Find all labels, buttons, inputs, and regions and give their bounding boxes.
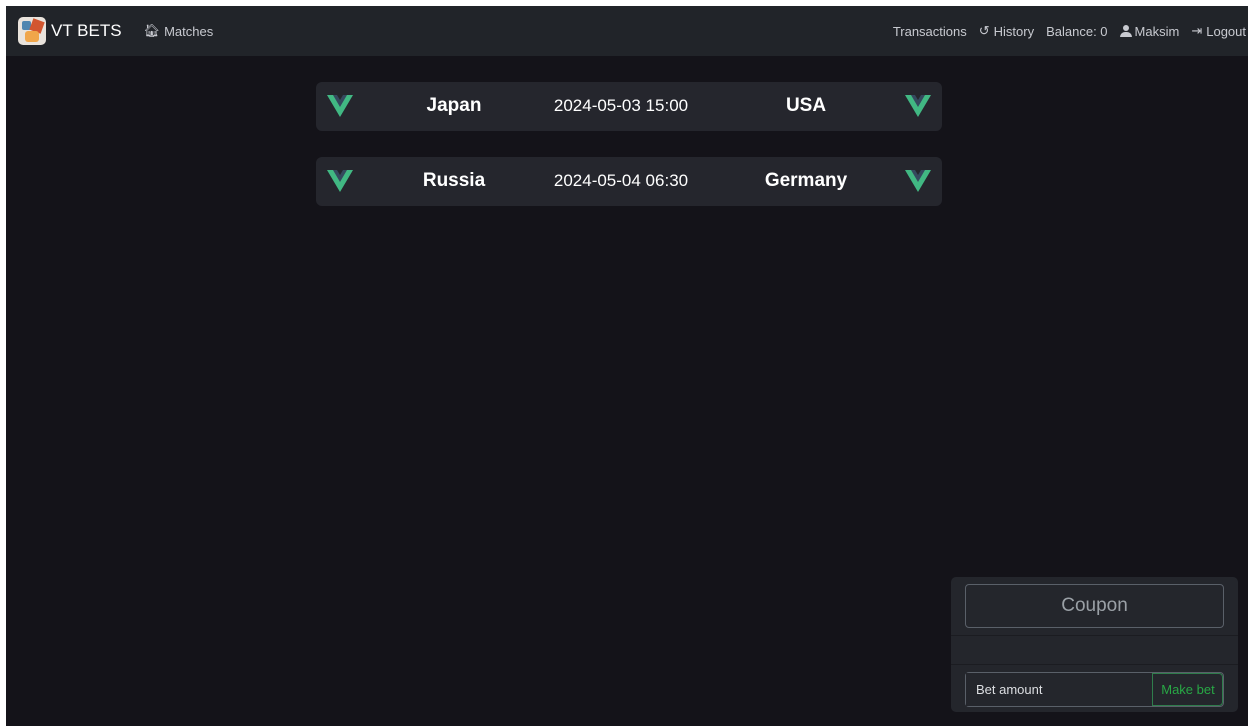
vue-logo-icon [905,170,931,192]
home-icon: 🏠︎ [143,23,161,38]
user-icon [1119,25,1132,37]
brand[interactable]: VT BETS [18,17,122,45]
match-datetime: 2024-05-04 06:30 [553,171,689,190]
balance-label: Balance: 0 [1046,23,1108,39]
team-home: Russia [422,170,486,191]
navbar: VT BETS 🏠︎ Matches Transactions ↺ Histor… [6,6,1248,56]
coupon-panel: Coupon Make bet [951,577,1238,712]
logout-label: Logout [1206,23,1246,39]
brand-logo-icon [18,17,46,45]
brand-name: VT BETS [51,21,122,40]
user-name: Maksim [1134,23,1180,39]
app-root: VT BETS 🏠︎ Matches Transactions ↺ Histor… [6,6,1248,726]
vue-logo-icon [327,95,353,117]
coupon-header: Coupon [965,584,1224,628]
nav-matches-label: Matches [164,23,214,39]
history-icon: ↺ [978,23,990,38]
nav-transactions-label: Transactions [892,23,967,39]
nav-transactions-link[interactable]: Transactions [893,24,967,39]
divider [951,664,1238,665]
nav-logout-link[interactable]: ⇥ Logout [1191,23,1246,39]
nav-history-link[interactable]: ↺ History [979,23,1034,39]
team-away: USA [785,95,827,116]
match-datetime: 2024-05-03 15:00 [553,96,689,115]
nav-history-label: History [993,23,1035,39]
match-card[interactable]: Japan 2024-05-03 15:00 USA [316,82,942,131]
nav-right: Transactions ↺ History Balance: 0 Maksim… [893,23,1246,39]
nav-balance: Balance: 0 [1046,24,1107,39]
bet-input-group: Make bet [965,672,1224,707]
logout-icon: ⇥ [1191,23,1203,38]
bet-amount-input[interactable] [966,673,1152,706]
match-card[interactable]: Russia 2024-05-04 06:30 Germany [316,157,942,206]
nav-matches-link[interactable]: 🏠︎ Matches [144,23,214,39]
make-bet-button[interactable]: Make bet [1152,673,1223,706]
team-home: Japan [426,95,482,116]
vue-logo-icon [905,95,931,117]
divider [951,635,1238,636]
team-away: Germany [764,170,848,191]
nav-user-link[interactable]: Maksim [1119,23,1180,39]
vue-logo-icon [327,170,353,192]
